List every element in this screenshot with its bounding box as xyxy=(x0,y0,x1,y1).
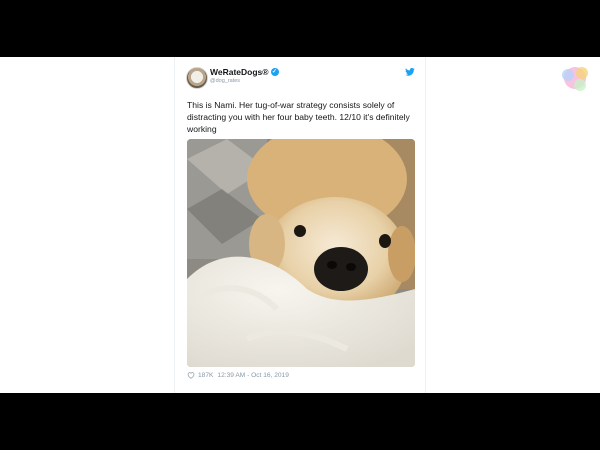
tweet-photo[interactable] xyxy=(187,139,415,367)
tweet-card: WeRateDogs® ✓ @dog_rates This is Nami. H… xyxy=(174,57,426,393)
timestamp[interactable]: 12:39 AM - Oct 16, 2019 xyxy=(217,372,288,379)
display-name[interactable]: WeRateDogs® xyxy=(210,67,269,77)
tweet-author[interactable]: WeRateDogs® ✓ xyxy=(210,67,279,77)
tweet-meta: 187K 12:39 AM - Oct 16, 2019 xyxy=(187,371,289,379)
avatar[interactable] xyxy=(186,67,208,89)
watermark-logo xyxy=(562,67,588,91)
twitter-bird-icon[interactable] xyxy=(405,68,415,76)
verified-badge-icon: ✓ xyxy=(270,68,279,76)
video-frame: WeRateDogs® ✓ @dog_rates This is Nami. H… xyxy=(0,57,600,393)
handle[interactable]: @dog_rates xyxy=(210,78,240,84)
heart-icon[interactable] xyxy=(187,371,195,379)
like-count[interactable]: 187K xyxy=(198,372,213,379)
tweet-text: This is Nami. Her tug-of-war strategy co… xyxy=(187,100,410,134)
